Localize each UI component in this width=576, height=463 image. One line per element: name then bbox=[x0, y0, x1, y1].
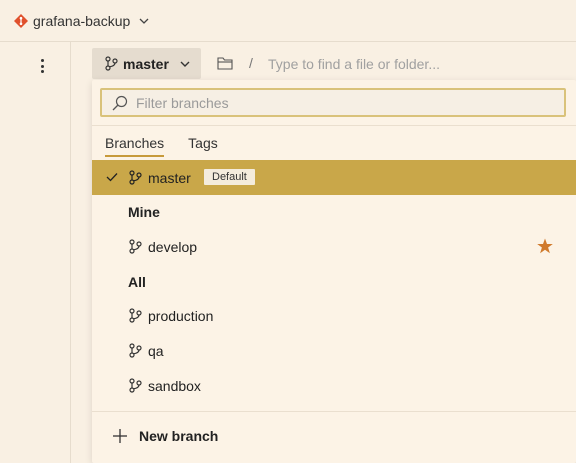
branch-row-master[interactable]: master Default bbox=[92, 160, 576, 195]
repo-header: grafana-backup bbox=[0, 0, 576, 42]
search-icon bbox=[112, 95, 128, 110]
branch-selector-button[interactable]: master bbox=[92, 48, 201, 79]
branch-name: qa bbox=[148, 343, 164, 359]
current-branch-label: master bbox=[123, 55, 169, 72]
tab-tags[interactable]: Tags bbox=[188, 135, 218, 157]
branch-name: develop bbox=[148, 239, 198, 255]
branch-name: production bbox=[148, 308, 214, 324]
branch-icon bbox=[129, 378, 142, 393]
branch-row-production[interactable]: production bbox=[92, 298, 576, 333]
tab-branches[interactable]: Branches bbox=[105, 135, 165, 157]
divider bbox=[92, 125, 576, 126]
branch-dropdown: Branches Tags master Default Mine develo… bbox=[92, 80, 576, 463]
plus-icon bbox=[113, 429, 127, 443]
branch-row-qa[interactable]: qa bbox=[92, 333, 576, 368]
branch-icon bbox=[129, 343, 142, 358]
branch-icon bbox=[129, 239, 142, 254]
new-branch-label: New branch bbox=[139, 428, 219, 444]
new-branch-button[interactable]: New branch bbox=[112, 428, 218, 444]
section-title-all: All bbox=[128, 274, 146, 290]
divider bbox=[92, 411, 576, 412]
star-icon[interactable] bbox=[537, 238, 553, 254]
check-icon bbox=[106, 173, 118, 182]
git-repo-icon bbox=[14, 13, 28, 28]
left-rail bbox=[0, 42, 71, 463]
tab-list: Branches Tags bbox=[105, 135, 242, 159]
default-badge: Default bbox=[204, 169, 255, 185]
branch-icon bbox=[129, 170, 142, 185]
branch-icon bbox=[129, 308, 142, 323]
folder-icon[interactable] bbox=[217, 57, 233, 70]
chevron-down-icon[interactable] bbox=[138, 15, 150, 27]
branch-name: master bbox=[148, 170, 191, 186]
section-title-mine: Mine bbox=[128, 204, 160, 220]
branch-row-sandbox[interactable]: sandbox bbox=[92, 368, 576, 403]
path-search-input[interactable] bbox=[262, 52, 562, 76]
path-separator: / bbox=[249, 55, 253, 71]
repo-name[interactable]: grafana-backup bbox=[33, 13, 130, 29]
branch-name: sandbox bbox=[148, 378, 201, 394]
more-options-icon[interactable] bbox=[36, 56, 48, 76]
chevron-down-icon bbox=[180, 61, 190, 67]
filter-branches-input[interactable] bbox=[136, 90, 564, 115]
branch-icon bbox=[105, 56, 118, 71]
branch-row-develop[interactable]: develop bbox=[92, 229, 576, 264]
filter-box[interactable] bbox=[100, 88, 566, 117]
